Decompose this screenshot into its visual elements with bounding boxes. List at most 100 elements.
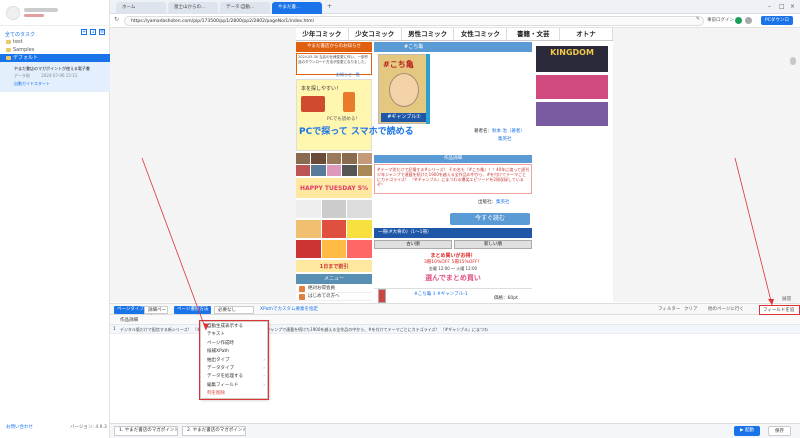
pc-download-button[interactable]: PCダウンロ (761, 16, 793, 25)
import-icon[interactable]: ↓ (90, 29, 96, 35)
news-box: 2024.05.30 当店の仕様変更に伴い、一部作品のダウンロード方法が変更にな… (296, 53, 372, 75)
task-status-text: データ取 (14, 73, 30, 78)
scrollbar-thumb[interactable] (790, 57, 796, 65)
publisher-link[interactable]: 集英社 (496, 200, 510, 205)
right-banner-2[interactable] (536, 75, 608, 99)
add-field-button[interactable]: フィールドを追加 (759, 305, 800, 322)
column-context-menu: 自動生成表示する テキスト ページ作成時 候補XPath 抽出タイプ › データタ… (199, 320, 269, 400)
nav-shojo[interactable]: 少女コミック (349, 28, 402, 40)
tab-3[interactable]: データ:自動... (220, 2, 270, 14)
tab-active[interactable]: やまだ書... (272, 2, 322, 14)
menu-text[interactable]: テキスト (201, 331, 269, 339)
row-cell-detail[interactable]: デジタル版だけで配信する新シリーズ！ 『#こち亀』！！ 40年に渡って週刊少年ジ… (120, 327, 630, 333)
task-date: 2024-07-06 15:11 (41, 73, 78, 78)
publisher-link-top[interactable]: 集英社 (498, 136, 512, 142)
author-link[interactable]: 秋本 治（著者） (492, 129, 525, 134)
thumb-row (296, 153, 373, 164)
close-icon[interactable]: × (790, 3, 795, 10)
help-link[interactable]: フィルター (658, 306, 680, 314)
site-category-nav: 少年コミック 少女コミック 男性コミック 女性コミック 書籍・文芸 オトナ (296, 28, 613, 41)
sidebar-folder-samples[interactable]: Samples (0, 46, 110, 54)
avatar[interactable] (6, 6, 20, 20)
task-tab-2[interactable]: 2. やまだ書店のマガポイントが使... (182, 426, 246, 436)
menu-item-beginners[interactable]: はじめての方へ (296, 293, 372, 301)
menu-header: メニュー (296, 274, 372, 284)
task-autoguide-link[interactable]: 自動ガイドスタート (14, 81, 106, 87)
news-list-link[interactable]: お知らせ一覧 (336, 72, 360, 78)
web-page: 少年コミック 少女コミック 男性コミック 女性コミック 書籍・文芸 オトナ やま… (296, 28, 613, 303)
all-tasks-title[interactable]: 全てのタスク (5, 31, 35, 38)
cover-title: #こち亀 (383, 60, 414, 69)
goto-other-page-link[interactable]: 他のページに行く (708, 306, 744, 314)
menu-auto-generate[interactable]: 自動生成表示する (201, 323, 269, 331)
contact-link[interactable]: お問い合わせ (6, 424, 33, 430)
nav-josei[interactable]: 女性コミック (454, 28, 508, 40)
task-status: データ取 2024-07-06 15:11 (14, 73, 106, 79)
clear-link[interactable]: クリア (684, 306, 698, 314)
account-header[interactable] (0, 0, 110, 26)
folder-label: Samples (13, 47, 35, 53)
menu-item-membership[interactable]: 絶対お得会員 (296, 285, 372, 293)
task-tab-1[interactable]: 1. やまだ書店のマガポイントが使... (114, 426, 178, 436)
sidebar-actions: + ↓ ≡ (81, 29, 105, 35)
read-now-button[interactable]: 今すぐ読む (450, 213, 530, 225)
page-type-select[interactable]: 詳細ページ (144, 306, 168, 320)
reload-icon[interactable]: ↻ (114, 16, 119, 23)
sidebar: 全てのタスク + ↓ ≡ test Samples デフォルト やまだ書店のマガ… (0, 0, 110, 438)
page-turn-select[interactable]: 必要なし (214, 306, 254, 314)
menu-edit-field[interactable]: 編集フィールド › (201, 382, 269, 390)
author-row: 著者名：秋本 治（著者） (474, 128, 525, 134)
sort-new-button[interactable]: 新しい順 (454, 240, 532, 249)
submenu-arrow-icon: › (263, 382, 265, 388)
new-tab-icon[interactable]: + (327, 3, 332, 10)
nav-books[interactable]: 書籍・文芸 (507, 28, 561, 40)
kingdom-banner[interactable]: KINGDOM (536, 46, 608, 72)
expand-toggle[interactable]: 展開 (782, 296, 791, 302)
account-plan-blurred (24, 14, 44, 17)
new-folder-icon[interactable]: + (81, 29, 87, 35)
nav-shonen[interactable]: 少年コミック (296, 28, 349, 40)
book-cover[interactable]: #こち亀 #ギャンブル① (378, 54, 430, 124)
thumb-row (296, 220, 373, 238)
tab-2[interactable]: 富士山からの... (168, 2, 218, 14)
run-button[interactable]: ▶ 起動 (734, 426, 760, 436)
nav-dansei[interactable]: 男性コミック (402, 28, 455, 40)
nav-adult[interactable]: オトナ (560, 28, 613, 40)
more-icon[interactable]: ≡ (99, 29, 105, 35)
happy-tuesday-banner[interactable]: HAPPY TUESDAY 5% (296, 178, 372, 198)
menu-page-created[interactable]: ページ作成時 (201, 340, 269, 348)
menu-xpath[interactable]: 候補XPath (201, 348, 269, 356)
volume-title[interactable]: #こち亀 1 #ギャンブル-1 (414, 291, 468, 297)
pc-smartphone-banner[interactable]: 本を探しやすい！ PCでも読める！ PCで探って スマホで読める (296, 79, 414, 151)
column-header-detail[interactable]: 作品詳細 (120, 317, 138, 323)
sidebar-task-item[interactable]: やまだ書店のマガポイントが使える電子書 データ取 2024-07-06 15:1… (0, 62, 110, 92)
maximize-icon[interactable]: □ (779, 3, 785, 10)
menu-data-type[interactable]: データタイプ › (201, 365, 269, 373)
right-banner-3[interactable] (536, 102, 608, 126)
menu-extract-type[interactable]: 抽出タイプ › (201, 357, 269, 365)
submenu-arrow-icon: › (263, 374, 265, 380)
sidebar-folder-default[interactable]: デフォルト (0, 54, 110, 62)
extraction-toolbar: ページタイプ 詳細ページ ページ遷移方法 必要なし XPathでカスタム要素を指… (110, 303, 800, 322)
minimize-icon[interactable]: – (768, 3, 771, 10)
pre-login-label[interactable]: 事前ログイン (707, 17, 734, 23)
promo-time: 金曜 12:00 〜 火曜 12:00 (428, 266, 478, 271)
sidebar-folder-test[interactable]: test (0, 38, 110, 46)
xpath-hint-link[interactable]: XPathでカスタム要素を指定 (260, 306, 318, 314)
tab-home[interactable]: ホーム (116, 2, 166, 14)
task-title: やまだ書店のマガポイントが使える電子書 (14, 66, 90, 71)
page-scrollbar[interactable] (788, 56, 798, 330)
volume-item[interactable]: #こち亀 1 #ギャンブル-1 価格：60pt (374, 288, 532, 303)
right-column: KINGDOM (534, 42, 610, 132)
edit-icon[interactable]: ✎ (696, 17, 700, 22)
sale-banner[interactable]: 1日まで割引 (296, 260, 372, 272)
url-input[interactable]: https://yamadashoten.com/pip/173500/pp1/… (124, 16, 704, 26)
bulk-buy-link[interactable]: 選んでまとめ買い (374, 273, 532, 283)
publisher-row: 出版社：集英社 (478, 199, 510, 205)
sort-old-button[interactable]: 古い順 (374, 240, 452, 249)
menu-process-data[interactable]: データを処理する › (201, 373, 269, 381)
save-button[interactable]: 保存 (768, 426, 791, 436)
settings-icon[interactable] (745, 17, 752, 24)
menu-delete-column[interactable]: 列を削除 (201, 390, 269, 398)
volume-bar: 一冊(#大将の)（1〜1冊） (374, 228, 532, 238)
